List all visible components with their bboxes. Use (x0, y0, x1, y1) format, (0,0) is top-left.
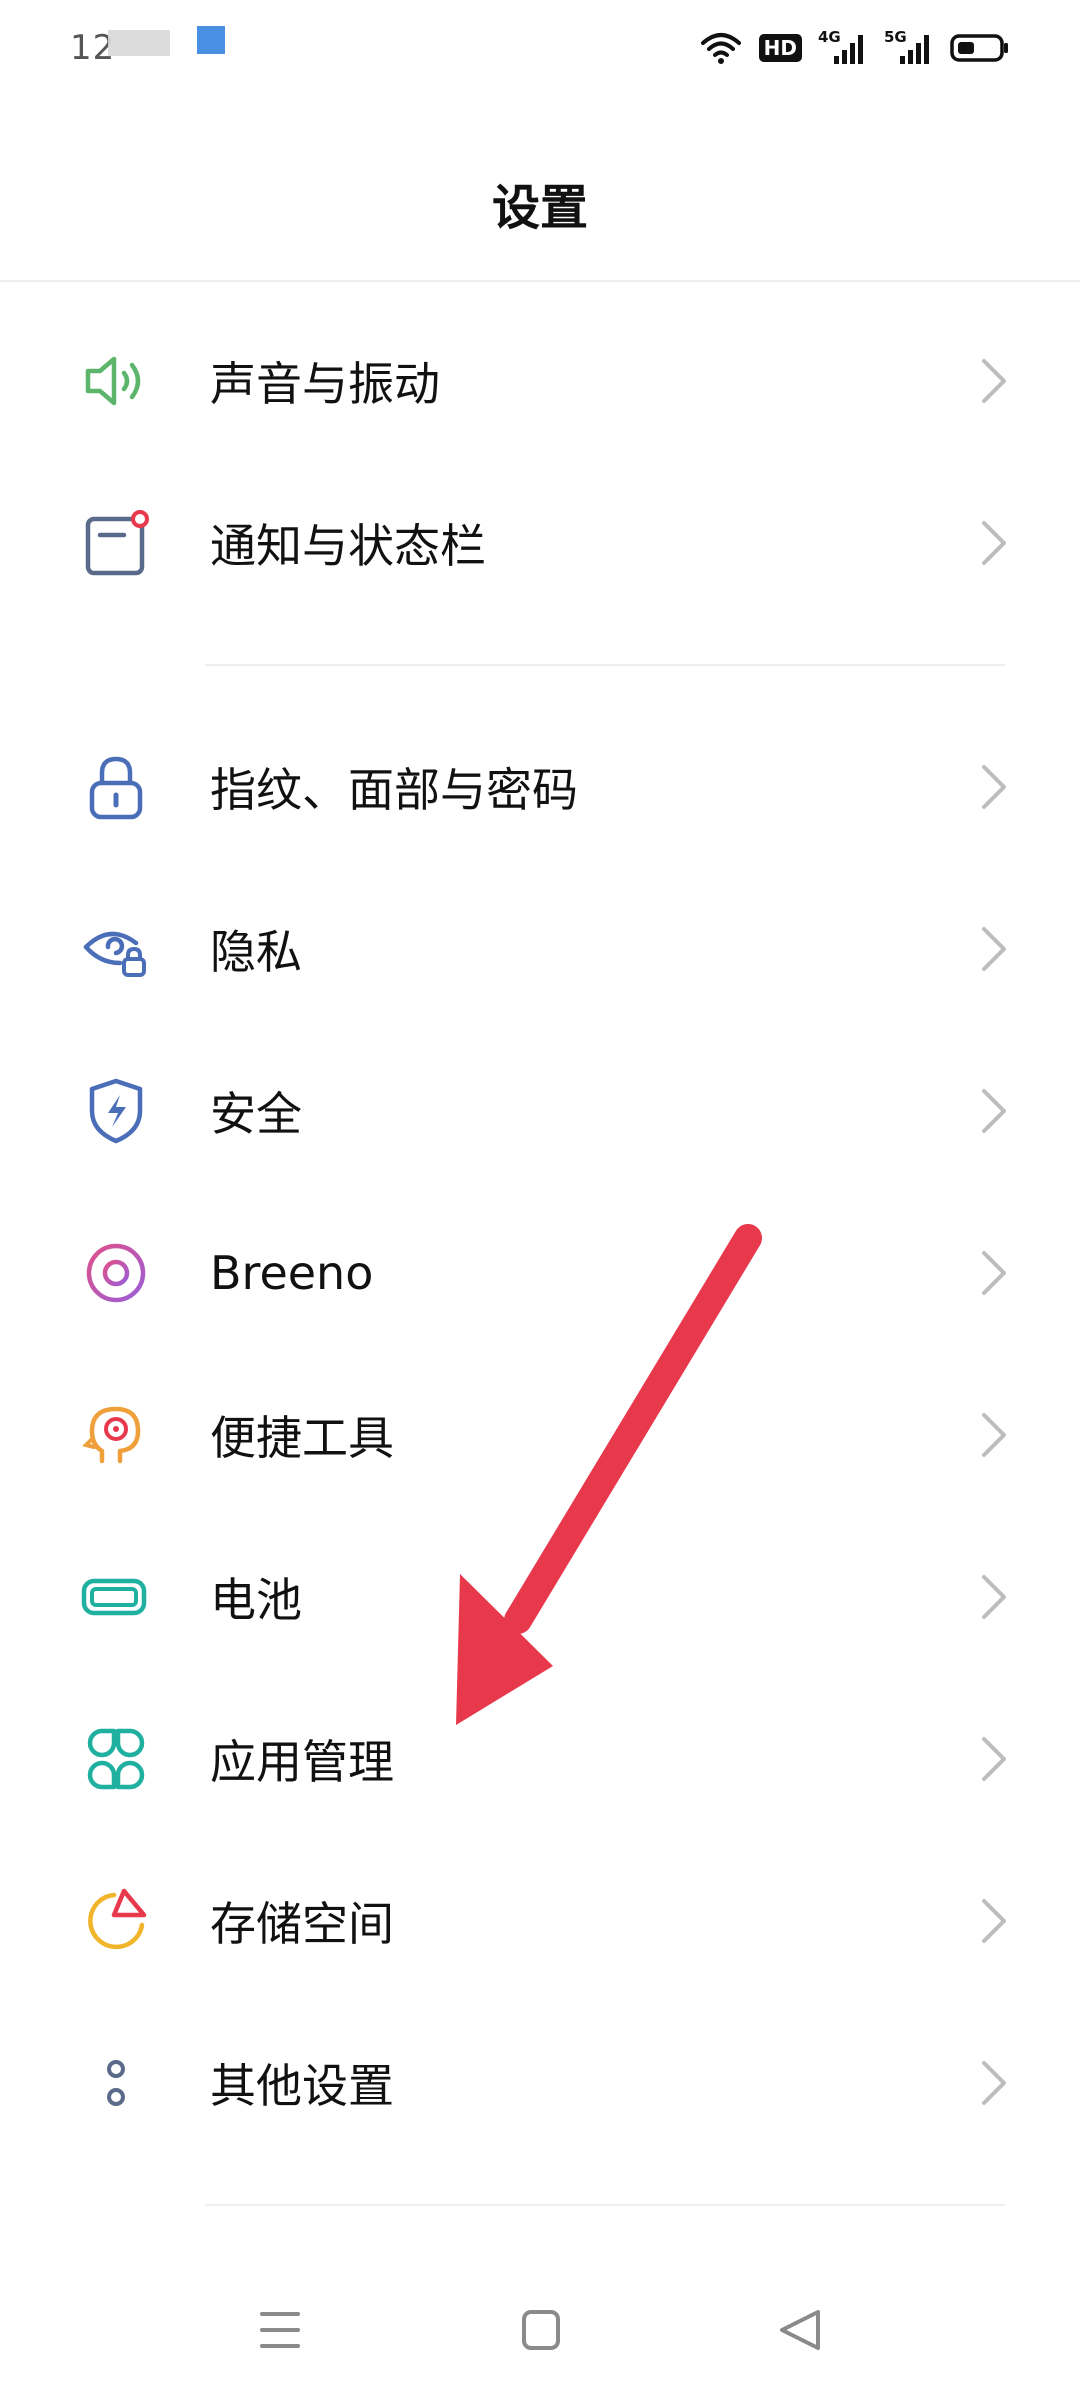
item-label: 便捷工具 (210, 1411, 394, 1465)
chevron-right-icon (978, 1087, 1010, 1135)
tools-head-icon (80, 1399, 152, 1471)
home-icon[interactable] (500, 2290, 580, 2370)
settings-item-storage[interactable]: 存储空间 (0, 1840, 1080, 2002)
settings-item-breeno[interactable]: Breeno (0, 1192, 1080, 1354)
battery-status-icon (950, 33, 1010, 63)
item-label: 通知与状态栏 (210, 519, 486, 573)
settings-item-privacy[interactable]: 隐私 (0, 868, 1080, 1030)
settings-item-battery[interactable]: 电池 (0, 1516, 1080, 1678)
item-label: 声音与振动 (210, 357, 440, 411)
speaker-icon (80, 345, 152, 417)
settings-item-sound[interactable]: 声音与振动 (0, 300, 1080, 462)
chevron-right-icon (978, 519, 1010, 567)
settings-item-security[interactable]: 安全 (0, 1030, 1080, 1192)
chevron-right-icon (978, 925, 1010, 973)
settings-item-fingerprint-face-password[interactable]: 指纹、面部与密码 (0, 706, 1080, 868)
item-label: Breeno (210, 1246, 374, 1300)
storage-pie-icon (80, 1885, 152, 1957)
navigation-bar (0, 2250, 1080, 2400)
chevron-right-icon (978, 763, 1010, 811)
settings-item-other[interactable]: 其他设置 (0, 2002, 1080, 2164)
menu-icon[interactable] (240, 2290, 320, 2370)
breeno-icon (80, 1237, 152, 1309)
item-label: 隐私 (210, 925, 302, 979)
battery-icon (80, 1561, 152, 1633)
status-icons: HD 4G 5G (699, 28, 1010, 68)
hd-icon: HD (758, 34, 802, 62)
notification-app-icon (197, 26, 225, 54)
item-label: 安全 (210, 1087, 302, 1141)
settings-item-notifications[interactable]: 通知与状态栏 (0, 462, 1080, 624)
privacy-eye-icon (80, 913, 152, 985)
divider (205, 2204, 1005, 2206)
lock-icon (80, 751, 152, 823)
item-label: 其他设置 (210, 2059, 394, 2113)
apps-icon (80, 1723, 152, 1795)
wifi-icon (699, 31, 743, 65)
chevron-right-icon (978, 1735, 1010, 1783)
settings-item-app-management[interactable]: 应用管理 (0, 1678, 1080, 1840)
status-bar: 12 HD 4G 5G (0, 0, 1080, 100)
item-label: 指纹、面部与密码 (210, 763, 578, 817)
header: 设置 (0, 100, 1080, 282)
notification-icon (80, 507, 152, 579)
divider (205, 664, 1005, 666)
chevron-right-icon (978, 1897, 1010, 1945)
item-label: 电池 (210, 1573, 302, 1627)
chevron-right-icon (978, 357, 1010, 405)
4g-signal-icon: 4G (818, 28, 868, 66)
chevron-right-icon (978, 2059, 1010, 2107)
back-icon[interactable] (760, 2290, 840, 2370)
shield-icon (80, 1075, 152, 1147)
chevron-right-icon (978, 1411, 1010, 1459)
5g-signal-icon: 5G (884, 28, 934, 66)
page-title: 设置 (491, 180, 588, 236)
item-label: 存储空间 (210, 1897, 394, 1951)
chevron-right-icon (978, 1573, 1010, 1621)
chevron-right-icon (978, 1249, 1010, 1297)
settings-item-convenience-tools[interactable]: 便捷工具 (0, 1354, 1080, 1516)
more-dots-icon (80, 2047, 152, 2119)
time-blur (108, 30, 170, 56)
item-label: 应用管理 (210, 1735, 394, 1789)
